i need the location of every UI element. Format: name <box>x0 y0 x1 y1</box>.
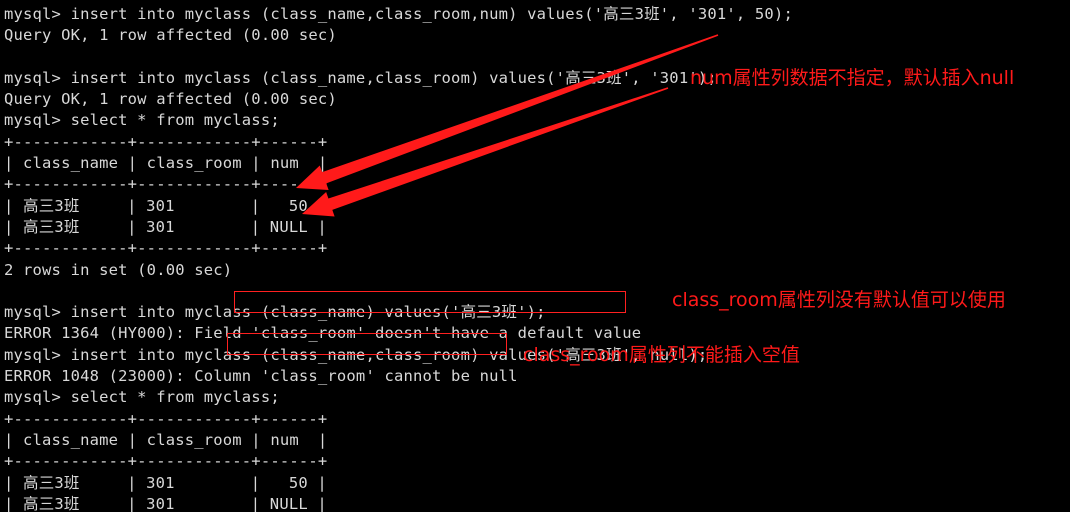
table-row: | 高三3班 | 301 | 50 | <box>4 473 327 492</box>
terminal-line: Query OK, 1 row affected (0.00 sec) <box>4 90 337 109</box>
table-row: | 高三3班 | 301 | NULL | <box>4 494 327 512</box>
table-row: | 高三3班 | 301 | NULL | <box>4 217 327 236</box>
terminal-line: mysql> insert into myclass (class_name,c… <box>4 5 793 23</box>
annotation-num-default-null: num属性列数据不指定，默认插入null <box>690 67 1015 89</box>
table-separator: +------------+------------+------+ <box>4 239 328 258</box>
table-row: | 高三3班 | 301 | 50 | <box>4 196 327 215</box>
table-header-row: | class_name | class_room | num | <box>4 154 328 173</box>
table-separator: +------------+------------+------+ <box>4 409 328 428</box>
table-header-row: | class_name | class_room | num | <box>4 430 328 449</box>
annotation-no-default-value: class_room属性列没有默认值可以使用 <box>672 289 1006 311</box>
annotation-cannot-insert-null: class_room属性列不能插入空值 <box>523 344 800 366</box>
error-line-1048: ERROR 1048 (23000): Column 'class_room' … <box>4 367 518 386</box>
terminal-screenshot: mysql> insert into myclass (class_name,c… <box>0 0 1070 512</box>
terminal-line: mysql> select * from myclass; <box>4 388 280 407</box>
table-separator: +------------+------------+------+ <box>4 175 328 194</box>
error-line-1364: ERROR 1364 (HY000): Field 'class_room' d… <box>4 324 642 343</box>
terminal-line: mysql> select * from myclass; <box>4 111 280 130</box>
table-separator: +------------+------------+------+ <box>4 132 328 151</box>
terminal-line: Query OK, 1 row affected (0.00 sec) <box>4 26 337 45</box>
row-count-status: 2 rows in set (0.00 sec) <box>4 260 233 279</box>
table-separator: +------------+------------+------+ <box>4 452 328 471</box>
